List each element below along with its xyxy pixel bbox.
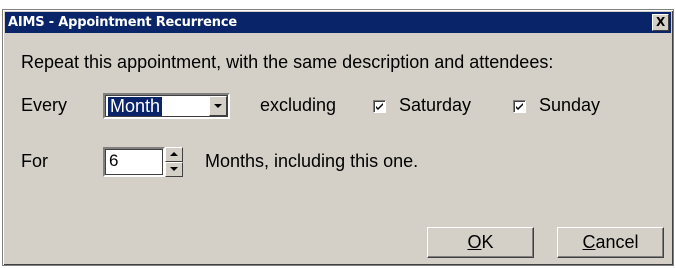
ok-label-rest: K	[481, 232, 494, 252]
cancel-button[interactable]: Cancel	[557, 227, 664, 258]
count-spinner	[165, 147, 183, 177]
count-suffix-label: Months, including this one.	[205, 151, 419, 171]
frequency-select[interactable]: Month	[103, 93, 230, 119]
close-button[interactable]: X	[652, 14, 669, 31]
cancel-label-rest: ancel	[595, 232, 639, 252]
ok-button-label: OK	[467, 228, 493, 256]
for-label: For	[21, 151, 48, 171]
checkmark-icon	[516, 103, 523, 110]
spin-down-icon[interactable]	[165, 162, 183, 177]
saturday-label[interactable]: Saturday	[399, 95, 471, 116]
window-title: AIMS - Appointment Recurrence	[8, 15, 237, 30]
cancel-mnemonic: C	[582, 232, 596, 252]
close-icon: X	[655, 15, 666, 29]
count-input[interactable]: 6	[103, 147, 165, 177]
frequency-selected-value: Month	[108, 96, 163, 116]
intro-text: Repeat this appointment, with the same d…	[21, 52, 554, 72]
checkmark-icon	[376, 103, 383, 110]
sunday-label[interactable]: Sunday	[539, 95, 600, 116]
saturday-checkbox[interactable]	[373, 100, 386, 113]
excluding-label: excluding	[260, 95, 337, 115]
ok-mnemonic: O	[467, 232, 482, 252]
title-bar: AIMS - Appointment Recurrence X	[5, 12, 671, 33]
chevron-down-icon[interactable]	[209, 96, 227, 116]
spin-up-icon[interactable]	[165, 147, 183, 162]
cancel-button-label: Cancel	[582, 228, 638, 256]
sunday-checkbox[interactable]	[513, 100, 526, 113]
every-label: Every	[21, 95, 68, 115]
ok-button[interactable]: OK	[427, 227, 534, 258]
